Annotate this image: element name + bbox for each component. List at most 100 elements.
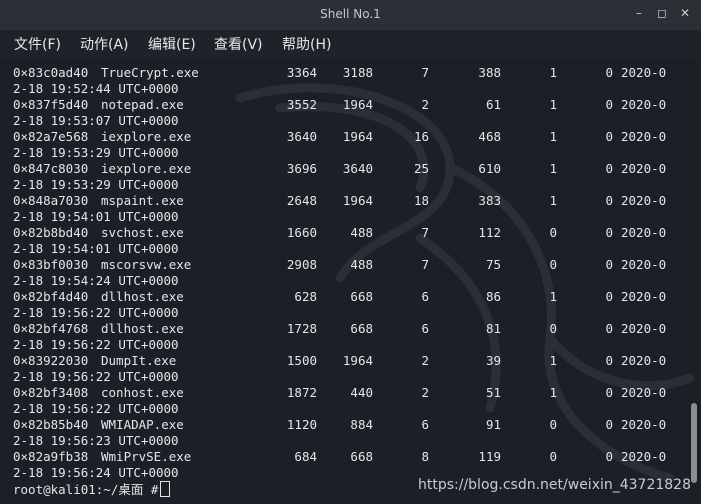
process-ppid: 1964	[342, 193, 373, 208]
maximize-icon[interactable]: ◻	[655, 6, 669, 20]
scrollbar-thumb[interactable]	[691, 403, 697, 483]
process-name: WMIADAP.exe	[101, 417, 184, 432]
process-row-continuation: 2-18 19:56:23 UTC+0000	[13, 433, 179, 448]
process-row-continuation: 2-18 19:53:29 UTC+0000	[13, 177, 179, 192]
process-offset: 0×83bf0030	[13, 257, 89, 272]
process-start-date: 2020-0	[621, 225, 667, 240]
process-ppid: 1964	[342, 353, 373, 368]
terminal-output[interactable]: 0×83c0ad40 TrueCrypt.exe 3364 3188 7 388 1 0 202…	[0, 58, 701, 504]
process-threads: 2	[421, 353, 429, 368]
process-handles: 75	[485, 257, 501, 272]
process-row-continuation: 2-18 19:56:22 UTC+0000	[13, 337, 179, 352]
process-handles: 51	[485, 385, 501, 400]
process-threads: 16	[413, 129, 429, 144]
process-row-continuation: 2-18 19:56:22 UTC+0000	[13, 401, 179, 416]
process-pid: 1728	[286, 321, 317, 336]
process-pid: 1500	[286, 353, 317, 368]
process-handles: 383	[478, 193, 501, 208]
process-start-date: 2020-0	[621, 65, 667, 80]
process-handles: 610	[478, 161, 501, 176]
process-start-date: 2020-0	[621, 193, 667, 208]
process-offset: 0×82a7e568	[13, 129, 89, 144]
text-cursor	[160, 481, 171, 497]
process-ppid: 440	[350, 385, 373, 400]
menu-help[interactable]: 帮助(H)	[282, 34, 331, 54]
process-pid: 3552	[286, 97, 317, 112]
process-ppid: 1964	[342, 97, 373, 112]
process-session: 1	[549, 97, 557, 112]
process-start-date: 2020-0	[621, 289, 667, 304]
process-handles: 468	[478, 129, 501, 144]
process-threads: 2	[421, 385, 429, 400]
process-pid: 1120	[286, 417, 317, 432]
process-wow64: 0	[605, 129, 613, 144]
minimize-icon[interactable]: –	[632, 6, 646, 20]
process-handles: 91	[485, 417, 501, 432]
process-handles: 81	[485, 321, 501, 336]
process-start-date: 2020-0	[621, 321, 667, 336]
process-ppid: 3640	[342, 161, 373, 176]
process-handles: 86	[485, 289, 501, 304]
process-session: 0	[549, 225, 557, 240]
process-pid: 2908	[286, 257, 317, 272]
menu-edit[interactable]: 编辑(E)	[148, 34, 196, 54]
process-offset: 0×848a7030	[13, 193, 89, 208]
process-wow64: 0	[605, 385, 613, 400]
process-name: dllhost.exe	[101, 289, 184, 304]
process-name: conhost.exe	[101, 385, 184, 400]
process-start-date: 2020-0	[621, 417, 667, 432]
process-row-continuation: 2-18 19:54:01 UTC+0000	[13, 209, 179, 224]
process-row-continuation: 2-18 19:56:24 UTC+0000	[13, 465, 179, 480]
process-wow64: 0	[605, 97, 613, 112]
title-bar[interactable]: Shell No.1 – ◻ ✕	[0, 0, 701, 30]
menu-action[interactable]: 动作(A)	[80, 34, 129, 54]
process-wow64: 0	[605, 417, 613, 432]
process-ppid: 488	[350, 257, 373, 272]
process-ppid: 1964	[342, 129, 373, 144]
process-pid: 628	[294, 289, 317, 304]
process-offset: 0×83922030	[13, 353, 89, 368]
process-session: 1	[549, 65, 557, 80]
menu-file[interactable]: 文件(F)	[14, 34, 61, 54]
process-pid: 1872	[286, 385, 317, 400]
process-threads: 7	[421, 257, 429, 272]
process-start-date: 2020-0	[621, 129, 667, 144]
process-threads: 7	[421, 65, 429, 80]
process-offset: 0×847c8030	[13, 161, 89, 176]
process-wow64: 0	[605, 225, 613, 240]
process-start-date: 2020-0	[621, 449, 667, 464]
process-session: 0	[549, 417, 557, 432]
process-wow64: 0	[605, 321, 613, 336]
process-session: 0	[549, 257, 557, 272]
shell-prompt[interactable]: root@kali01:~/桌面 #	[13, 481, 171, 497]
process-wow64: 0	[605, 289, 613, 304]
process-offset: 0×82bf4d40	[13, 289, 89, 304]
terminal-window: Shell No.1 – ◻ ✕ 文件(F) 动作(A) 编辑(E) 查看(V)…	[0, 0, 701, 504]
process-start-date: 2020-0	[621, 257, 667, 272]
process-pid: 3696	[286, 161, 317, 176]
process-row-continuation: 2-18 19:54:24 UTC+0000	[13, 273, 179, 288]
window-title: Shell No.1	[320, 7, 381, 21]
process-name: mscorsvw.exe	[101, 257, 192, 272]
process-name: svchost.exe	[101, 225, 184, 240]
process-offset: 0×82b85b40	[13, 417, 89, 432]
process-session: 1	[549, 193, 557, 208]
process-wow64: 0	[605, 353, 613, 368]
process-row-continuation: 2-18 19:53:29 UTC+0000	[13, 145, 179, 160]
process-threads: 18	[413, 193, 429, 208]
process-offset: 0×83c0ad40	[13, 65, 89, 80]
process-offset: 0×82bf4768	[13, 321, 89, 336]
process-name: iexplore.exe	[101, 161, 192, 176]
process-handles: 61	[485, 97, 501, 112]
close-icon[interactable]: ✕	[678, 6, 692, 20]
process-handles: 112	[478, 225, 501, 240]
process-handles: 39	[485, 353, 501, 368]
process-session: 1	[549, 289, 557, 304]
process-ppid: 884	[350, 417, 373, 432]
process-ppid: 488	[350, 225, 373, 240]
process-pid: 1660	[286, 225, 317, 240]
process-offset: 0×837f5d40	[13, 97, 89, 112]
process-session: 0	[549, 321, 557, 336]
process-row-continuation: 2-18 19:52:44 UTC+0000	[13, 81, 179, 96]
menu-view[interactable]: 查看(V)	[214, 34, 263, 54]
